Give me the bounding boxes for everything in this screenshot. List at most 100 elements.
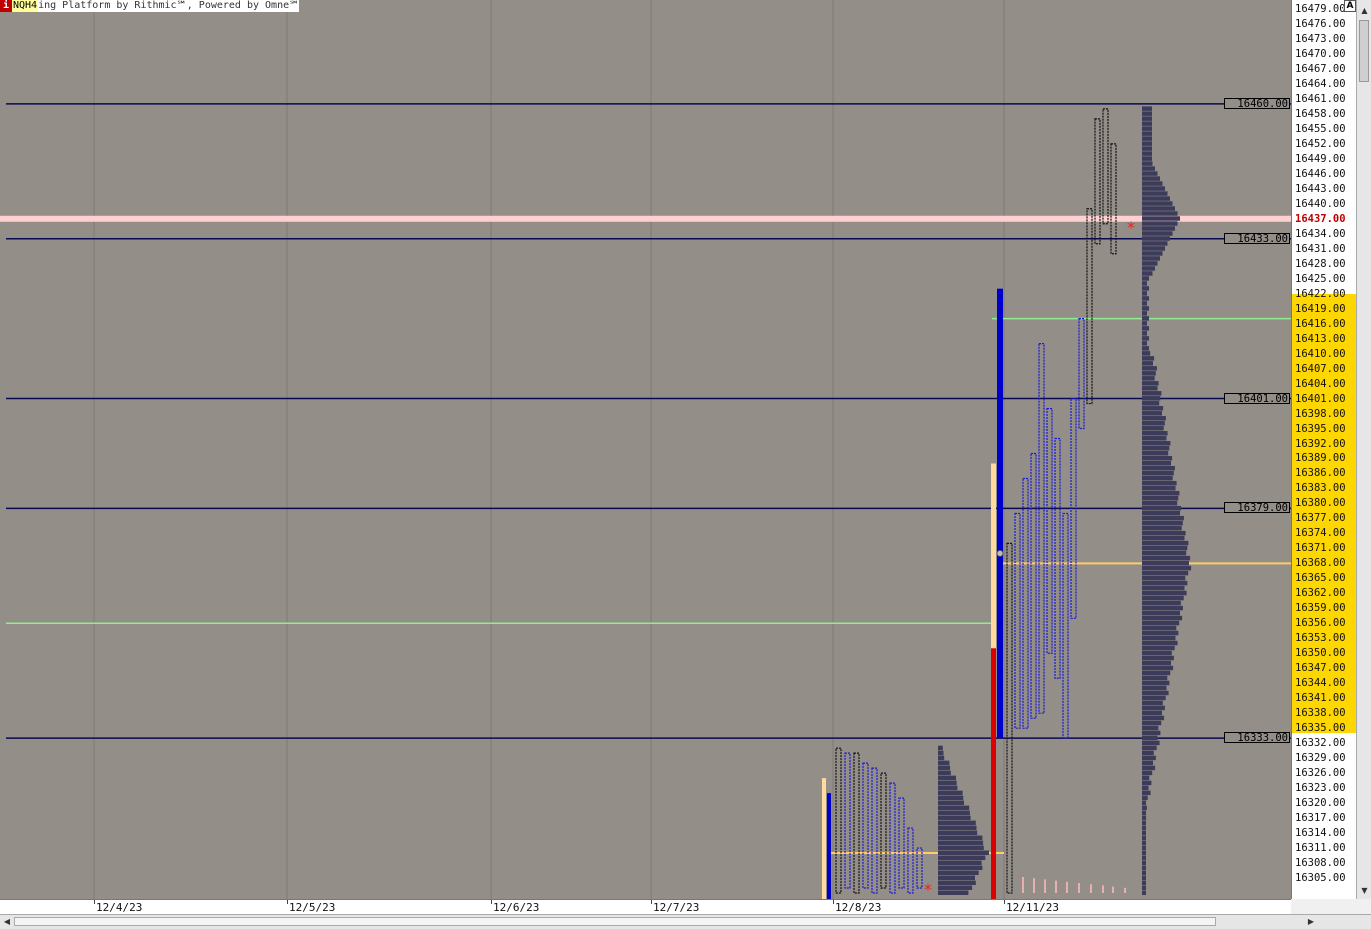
horizontal-scroll-thumb[interactable]: [14, 917, 1216, 926]
tpo-column-s1-7: [898, 797, 905, 889]
scroll-left-icon[interactable]: ◀: [0, 915, 14, 929]
profile-bar-s2-137: [1142, 206, 1175, 211]
profile-bar-s2-100: [1142, 391, 1162, 396]
level-tag[interactable]: 16333.00: [1224, 732, 1290, 744]
profile-bar-s2-58: [1142, 600, 1181, 606]
scroll-up-icon[interactable]: ▲: [1357, 4, 1371, 18]
price-tick-label: 16455.00: [1295, 122, 1346, 135]
date-label: 12/7/23: [653, 901, 700, 914]
profile-bar-s2-74: [1142, 520, 1183, 526]
profile-bar-s2-114: [1142, 321, 1147, 326]
profile-bar-s2-64: [1142, 570, 1189, 576]
auto-scale-button[interactable]: A: [1344, 0, 1356, 12]
profile-bar-s2-95: [1142, 416, 1166, 421]
scroll-down-icon[interactable]: ▼: [1357, 884, 1371, 898]
current-price-band: [0, 215, 1291, 222]
price-tick-label: 16374.00: [1295, 527, 1346, 540]
time-axis[interactable]: 12/4/23 12/5/23 12/6/23 12/7/23 12/8/23 12/11…: [0, 899, 1291, 915]
price-tick-label: 16371.00: [1295, 542, 1346, 555]
initial-balance-bar-2: [997, 288, 1003, 739]
profile-bar-s2-125: [1142, 266, 1155, 271]
profile-bar-s1-3: [938, 875, 975, 881]
profile-bar-s2-69: [1142, 545, 1188, 551]
scroll-right-icon[interactable]: ▶: [1304, 915, 1318, 929]
title-bar: i NQH4ing Platform by Rithmic℠, Powered b…: [0, 0, 300, 12]
price-tick-label: 16308.00: [1295, 857, 1346, 870]
profile-bar-s2-126: [1142, 261, 1158, 266]
profile-bar-s2-21: [1142, 785, 1149, 791]
profile-bar-s1-25: [938, 765, 951, 771]
price-tick-label: 16389.00: [1295, 452, 1346, 465]
market-profile-chart[interactable]: **: [0, 0, 1291, 899]
profile-bar-s2-111: [1142, 336, 1149, 341]
profile-bar-s2-90: [1142, 441, 1171, 446]
chart-area[interactable]: * * 16460.00 16433.00 16401.00 16379.00 16333…: [0, 0, 1291, 899]
profile-bar-s2-29: [1142, 745, 1157, 751]
profile-bar-s2-33: [1142, 725, 1159, 731]
price-tick-label: 16458.00: [1295, 107, 1346, 120]
profile-bar-s2-17: [1142, 805, 1147, 811]
profile-bar-s2-27: [1142, 755, 1156, 761]
profile-bar-s2-133: [1142, 226, 1175, 231]
profile-bar-s2-96: [1142, 411, 1162, 416]
price-tick-label: 16356.00: [1295, 617, 1346, 630]
date-tick: [1004, 900, 1005, 904]
profile-bar-s2-5: [1142, 865, 1146, 871]
profile-bar-s2-147: [1142, 156, 1152, 161]
profile-bar-s2-24: [1142, 770, 1153, 776]
profile-bar-s2-156: [1142, 111, 1152, 116]
profile-bar-s2-34: [1142, 720, 1162, 726]
profile-bar-s2-9: [1142, 845, 1146, 851]
level-tag[interactable]: 16379.00: [1224, 502, 1290, 514]
level-tag[interactable]: 16401.00: [1224, 392, 1290, 404]
profile-bar-s2-139: [1142, 196, 1170, 201]
symbol-label[interactable]: NQH4: [12, 0, 39, 12]
date-label: 12/6/23: [493, 901, 540, 914]
profile-bar-s2-36: [1142, 710, 1162, 716]
profile-bar-s2-61: [1142, 585, 1185, 591]
level-tag[interactable]: 16460.00: [1224, 97, 1290, 109]
profile-bar-s1-17: [938, 805, 970, 811]
price-tick-label: 16404.00: [1295, 377, 1346, 390]
profile-bar-s2-123: [1142, 276, 1149, 281]
profile-bar-s2-48: [1142, 650, 1172, 656]
level-tag[interactable]: 16433.00: [1224, 232, 1290, 244]
profile-bar-s2-66: [1142, 560, 1189, 566]
profile-bar-s2-146: [1142, 161, 1153, 166]
profile-bar-s2-80: [1142, 490, 1180, 496]
tpo-column-s2-1: [1014, 512, 1021, 729]
profile-bar-s2-91: [1142, 436, 1167, 441]
horizontal-scrollbar[interactable]: ◀ ▶: [0, 914, 1371, 929]
tpo-column-s1-6: [889, 782, 896, 894]
profile-bar-s2-26: [1142, 760, 1153, 766]
profile-bar-s2-101: [1142, 386, 1158, 391]
price-tick-label: 16401.00: [1295, 392, 1346, 405]
menu-icon[interactable]: i: [0, 0, 12, 12]
tpo-column-s2-0: [1006, 542, 1013, 894]
price-tick-label: 16428.00: [1295, 257, 1346, 270]
price-tick-label: 16365.00: [1295, 572, 1346, 585]
profile-bar-s2-113: [1142, 326, 1149, 331]
profile-bar-s1-8: [938, 850, 989, 856]
profile-bar-s1-24: [938, 770, 951, 776]
profile-bar-s2-85: [1142, 465, 1175, 471]
profile-bar-s2-43: [1142, 675, 1168, 681]
profile-bar-s2-25: [1142, 765, 1156, 771]
price-tick-label: 16452.00: [1295, 137, 1346, 150]
profile-bar-s2-97: [1142, 406, 1164, 411]
price-tick-label: 16473.00: [1295, 32, 1346, 45]
price-tick-label: 16464.00: [1295, 77, 1346, 90]
date-tick: [287, 900, 288, 904]
profile-bar-s2-45: [1142, 665, 1174, 671]
profile-bar-s2-56: [1142, 610, 1180, 616]
initial-balance-range-bar-1: [822, 778, 826, 899]
volume-tick-2: [1044, 879, 1046, 893]
price-axis[interactable]: 16479.00 16476.00 16473.00 16470.00 16467.00…: [1291, 0, 1356, 899]
profile-bar-s2-30: [1142, 740, 1160, 746]
volume-tick-3: [1055, 880, 1057, 893]
profile-bar-s2-77: [1142, 505, 1182, 511]
vertical-scrollbar[interactable]: ▲ ▼: [1356, 0, 1371, 899]
initial-balance-bar-1: [827, 793, 831, 899]
vertical-scroll-thumb[interactable]: [1359, 20, 1369, 82]
profile-bar-s2-78: [1142, 500, 1178, 506]
